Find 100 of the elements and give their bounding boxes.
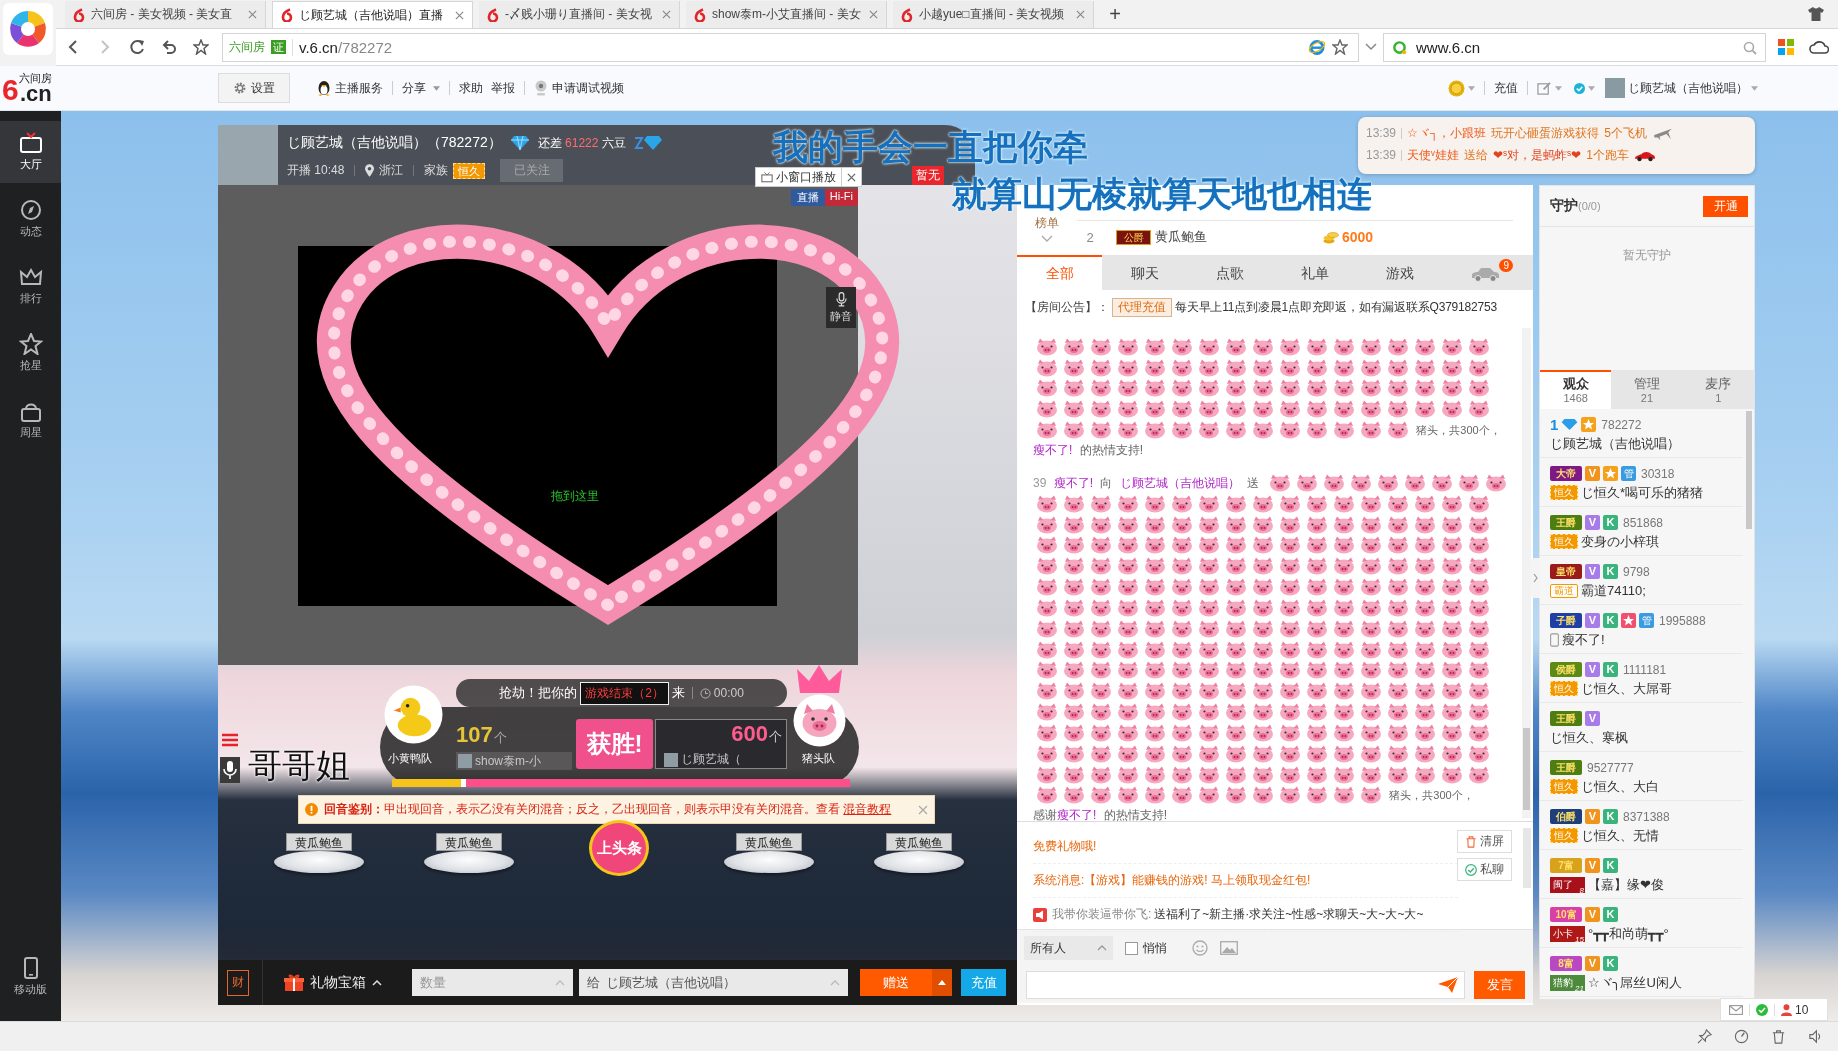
send-options-button[interactable] (932, 969, 952, 996)
whisper-label[interactable]: 悄悄 (1143, 939, 1167, 957)
chat-tab[interactable]: 聊天 (1102, 255, 1187, 290)
clear-screen-button[interactable]: 清屏 (1457, 830, 1512, 853)
user-name[interactable]: じ顾艺城（吉他说唱） (1550, 434, 1680, 453)
toolbar-link[interactable]: 求助 (459, 79, 483, 97)
bookmark-star-icon[interactable] (193, 39, 209, 55)
collapse-handle[interactable] (1531, 558, 1540, 598)
user-name[interactable]: じ恒久、寒枫 (1550, 728, 1628, 747)
wallet-button[interactable]: 财 (227, 969, 249, 996)
browser-tab[interactable]: show泰m-小艾直播间 - 美女 (686, 1, 887, 28)
user-name[interactable]: 霸道74110; (1581, 581, 1646, 600)
paper-plane-icon[interactable] (1438, 976, 1458, 993)
sidebar-item[interactable]: 动态 (0, 188, 61, 250)
caret-icon[interactable] (1468, 85, 1475, 91)
smiley-icon[interactable] (1192, 940, 1208, 956)
apps-grid-icon[interactable] (1778, 39, 1794, 55)
caret-icon[interactable] (1588, 85, 1595, 91)
trash-icon[interactable] (1771, 1029, 1786, 1044)
user-name[interactable]: じ恒久*喝可乐的猪猪 (1581, 483, 1704, 502)
edit-icon[interactable] (1537, 80, 1552, 96)
search-field[interactable]: www.6.cn (1383, 32, 1766, 62)
speaker-icon[interactable] (1808, 1029, 1823, 1044)
headline-badge[interactable]: 上头条 (589, 820, 649, 876)
gift-stand[interactable] (724, 851, 814, 873)
cloud-icon[interactable] (1809, 40, 1829, 54)
mobile-version-link[interactable]: 移动版 (0, 953, 61, 1001)
user-icon[interactable] (1781, 1003, 1792, 1016)
whisper-checkbox[interactable] (1125, 941, 1138, 955)
sidebar-item[interactable]: 排行 (0, 255, 61, 317)
shirt-icon[interactable] (1808, 7, 1824, 21)
sidebar-item[interactable]: 大厅 (0, 121, 61, 183)
user-name[interactable]: じ顾艺城（吉他说唱） (1119, 475, 1240, 490)
close-icon[interactable] (455, 10, 464, 20)
close-icon[interactable] (869, 10, 878, 19)
chevron-down-icon[interactable] (1365, 43, 1377, 51)
user-name[interactable]: じ恒久、无情 (1581, 826, 1659, 845)
toolbar-link[interactable]: 主播服务 (317, 79, 383, 97)
browser-tab[interactable]: 小越yue□直播间 - 美女视频 (893, 1, 1094, 28)
user-menu[interactable]: じ顾艺城（吉他说唱） (1628, 79, 1748, 97)
audience-tab[interactable]: 管理 21 (1611, 370, 1683, 409)
quantity-field[interactable]: 数量 (412, 969, 573, 996)
chat-input-field[interactable] (1026, 970, 1465, 999)
audience-tab[interactable]: 麦序 1 (1682, 370, 1754, 409)
sidebar-item[interactable]: 抢星 (0, 322, 61, 384)
chat-tab[interactable]: 点歌 (1187, 255, 1272, 290)
audience-tab[interactable]: 观众 1468 (1540, 370, 1612, 409)
toolbar-link[interactable]: 分享 (402, 79, 440, 97)
gift-stand[interactable] (424, 851, 514, 873)
user-name[interactable]: °┳┳和尚萌┳┳° (1588, 924, 1669, 943)
speed-icon[interactable] (1734, 1029, 1749, 1044)
reload-icon[interactable] (129, 39, 145, 55)
toolbar-link[interactable]: 举报 (491, 79, 515, 97)
close-icon[interactable] (1076, 10, 1085, 19)
hifi-tag[interactable]: Hi-Fi (824, 189, 858, 206)
popout-player-button[interactable]: 小窗口播放 (755, 167, 842, 187)
favorite-star-icon[interactable] (1332, 39, 1348, 55)
pin-icon[interactable] (1697, 1029, 1712, 1044)
gift-box-button[interactable]: 礼物宝箱 (284, 973, 382, 992)
recipient-dropdown[interactable]: 所有人 (1024, 936, 1113, 960)
recharge-link[interactable]: 充值 (1494, 79, 1518, 97)
chat-tab[interactable]: 礼单 (1272, 255, 1357, 290)
caret-icon[interactable] (1751, 85, 1758, 91)
scrollbar[interactable] (1746, 411, 1752, 529)
check-circle-icon[interactable] (1574, 82, 1585, 94)
browser-logo-icon[interactable] (3, 3, 53, 55)
toolbar-link[interactable]: 申请调试视频 (534, 79, 624, 97)
tutorial-link[interactable]: 混音教程 (843, 802, 892, 816)
browser-tab[interactable]: 六间房 - 美女视频 - 美女直 (65, 1, 266, 28)
browser-engine-icon[interactable] (1308, 38, 1326, 56)
user-name[interactable]: ☆ヾ╮屌丝U闲人 (1588, 973, 1682, 992)
menu-icon[interactable] (220, 732, 240, 748)
recipient-select[interactable]: 给 じ顾艺城（吉他说唱） (579, 969, 848, 996)
gift-stand[interactable] (274, 851, 364, 873)
user-name[interactable]: 瘦不了! (1562, 630, 1605, 649)
coin-icon[interactable] (1448, 79, 1465, 97)
caret-icon[interactable] (1555, 85, 1562, 91)
address-bar[interactable]: 六间房 证 v.6.cn/782272 (222, 32, 1359, 62)
sidebar-item[interactable]: 周星 (0, 389, 61, 451)
scrollbar[interactable] (1523, 828, 1531, 888)
image-icon[interactable] (1220, 941, 1238, 955)
user-name[interactable]: じ恒久、大白 (1581, 777, 1659, 796)
user-name[interactable]: 黄瓜鲍鱼 (1155, 228, 1323, 246)
user-name[interactable]: 瘦不了! (1053, 475, 1094, 490)
rank-list-label[interactable]: 榜单 (1035, 215, 1059, 232)
close-button[interactable] (842, 167, 862, 187)
chat-tab[interactable]: 游戏 (1357, 255, 1442, 290)
new-tab-button[interactable]: + (1100, 1, 1130, 28)
close-icon[interactable] (248, 10, 257, 19)
microphone-icon[interactable] (220, 757, 240, 783)
browser-tab[interactable]: -〆贱小珊り直播间 - 美女视 (479, 1, 680, 28)
undo-icon[interactable] (161, 39, 177, 55)
close-icon[interactable] (918, 804, 928, 815)
user-name[interactable]: 【嘉】缘❤俊 (1588, 875, 1664, 894)
check-circle-icon[interactable] (1756, 1003, 1768, 1016)
private-chat-button[interactable]: 私聊 (1457, 858, 1512, 881)
gift-stand[interactable] (874, 851, 964, 873)
mute-button[interactable]: 静音 (826, 287, 856, 328)
search-icon[interactable] (1743, 40, 1757, 55)
close-icon[interactable] (662, 10, 671, 19)
